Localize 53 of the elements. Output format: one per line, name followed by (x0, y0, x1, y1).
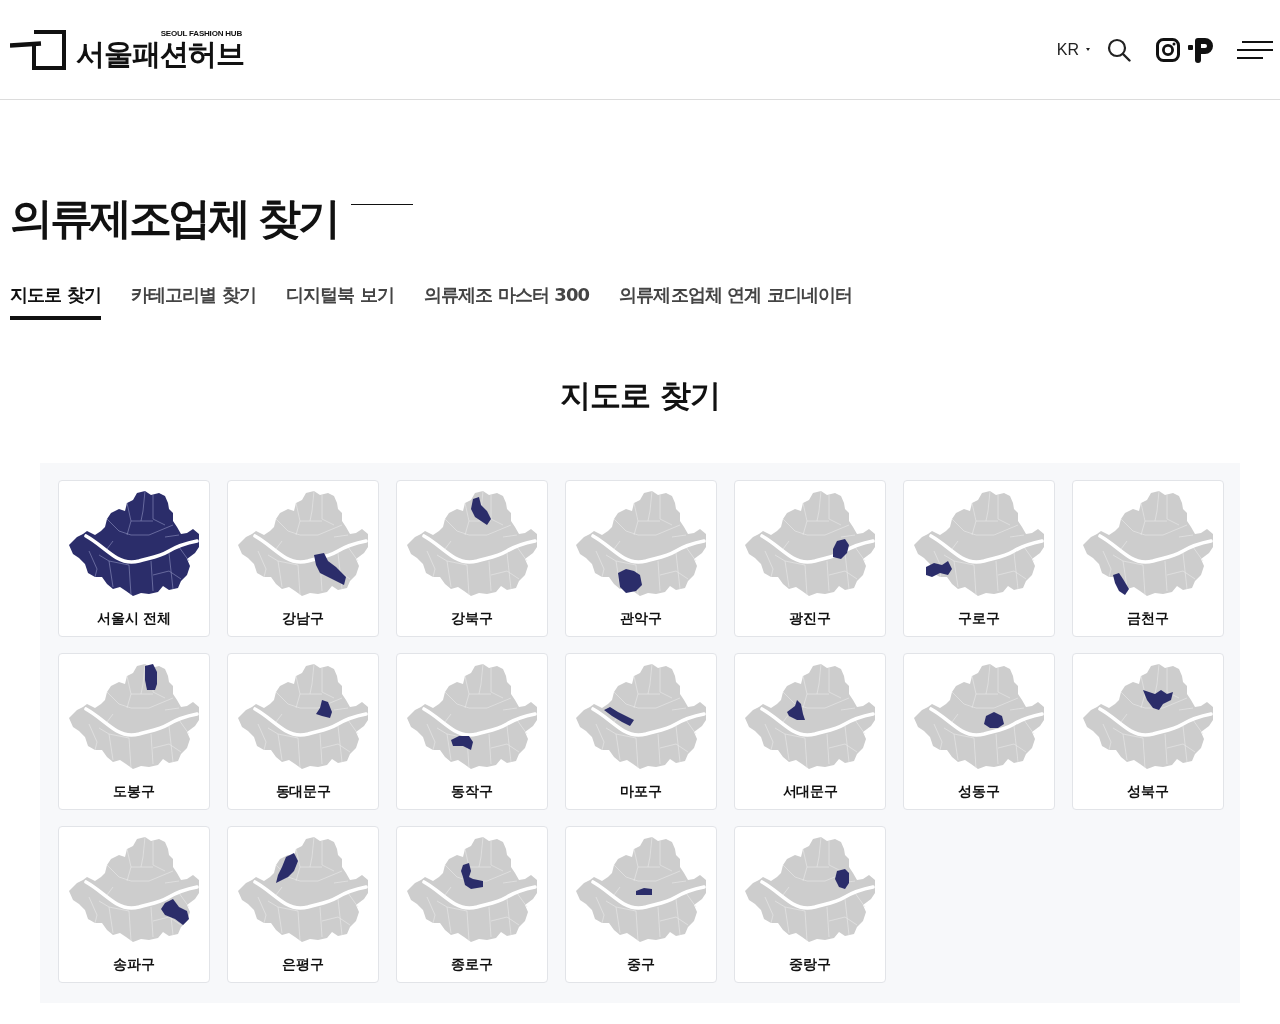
district-button[interactable]: 광진구 (734, 480, 886, 637)
district-highlight (835, 869, 849, 889)
p-logo-icon[interactable] (1188, 36, 1214, 63)
district-button[interactable]: 강북구 (396, 480, 548, 637)
district-button[interactable]: 중구 (565, 826, 717, 983)
district-highlight (461, 863, 483, 889)
language-selector[interactable]: KR (1056, 40, 1090, 59)
district-button[interactable]: 도봉구 (58, 653, 210, 810)
district-button[interactable]: 동작구 (396, 653, 548, 810)
district-highlight (316, 700, 332, 718)
district-highlight (636, 888, 652, 895)
district-button[interactable]: 성동구 (903, 653, 1055, 810)
search-icon[interactable] (1107, 37, 1131, 62)
district-button[interactable]: 성북구 (1072, 653, 1224, 810)
district-button[interactable]: 동대문구 (227, 653, 379, 810)
district-button[interactable]: 강남구 (227, 480, 379, 637)
district-button[interactable]: 금천구 (1072, 480, 1224, 637)
district-highlight (926, 561, 952, 577)
tab[interactable]: 디지털북 보기 (285, 282, 394, 320)
district-button[interactable]: 관악구 (565, 480, 717, 637)
district-button[interactable]: 서울시 전체 (58, 480, 210, 637)
district-highlight (984, 712, 1004, 728)
district-highlight (618, 569, 642, 593)
district-highlight (471, 497, 491, 525)
district-highlight (787, 700, 805, 720)
instagram-icon[interactable] (1156, 37, 1180, 62)
page-title: 의류제조업체 찾기 (10, 192, 338, 244)
logo-tagline: SEOUL FASHION HUB (160, 29, 242, 38)
district-button[interactable]: 구로구 (903, 480, 1055, 637)
district-button[interactable]: 송파구 (58, 826, 210, 983)
menu-icon[interactable] (1237, 40, 1273, 59)
district-highlight (276, 853, 298, 883)
district-highlight (833, 539, 849, 559)
district-highlight (451, 736, 473, 750)
district-highlight (161, 899, 189, 925)
district-highlight (145, 664, 157, 690)
tab[interactable]: 카테고리별 찾기 (130, 282, 256, 320)
district-highlight (1113, 573, 1129, 595)
caret-icon (1086, 48, 1090, 51)
district-button[interactable]: 중랑구 (734, 826, 886, 983)
district-button[interactable]: 마포구 (565, 653, 717, 810)
district-button[interactable]: 서대문구 (734, 653, 886, 810)
tab[interactable]: 의류제조업체 연계 코디네이터 (619, 282, 853, 320)
tab[interactable]: 지도로 찾기 (10, 282, 101, 320)
district-highlight (604, 707, 634, 726)
logo-mark-icon[interactable] (10, 30, 66, 70)
district-highlight (314, 553, 346, 585)
tab[interactable]: 의류제조 마스터 300 (423, 282, 590, 320)
logo-wordmark: 서울패션허브 (76, 38, 244, 70)
district-highlight (1143, 690, 1173, 710)
district-button[interactable]: 은평구 (227, 826, 379, 983)
section-title: 지도로 찾기 (560, 376, 720, 415)
district-button[interactable]: 종로구 (396, 826, 548, 983)
